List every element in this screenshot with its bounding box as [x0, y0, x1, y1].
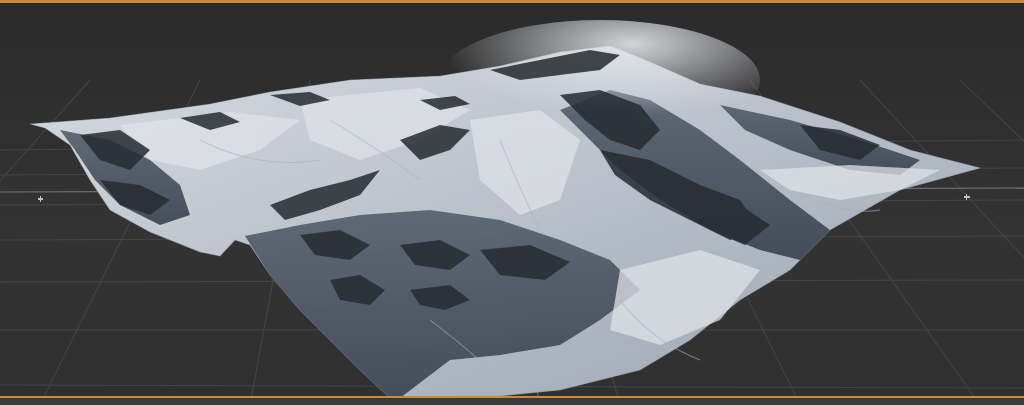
viewport-bottom-bar [0, 396, 1024, 405]
viewport-scene[interactable] [0, 0, 1024, 405]
3d-viewport[interactable] [0, 0, 1024, 405]
axis-marker-icon [964, 194, 970, 200]
axis-marker-icon [38, 196, 43, 202]
